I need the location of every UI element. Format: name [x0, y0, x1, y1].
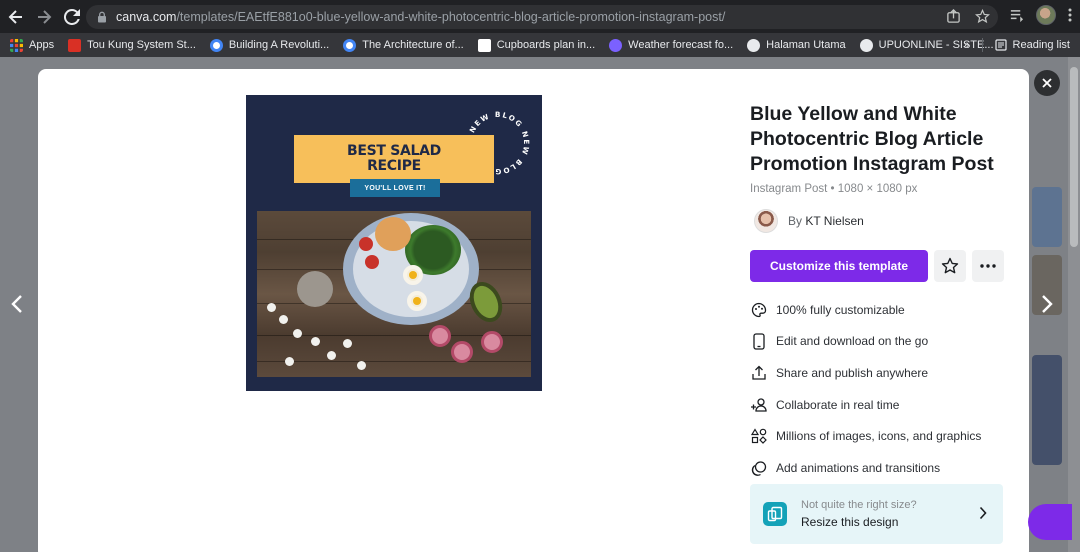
tomato: [359, 237, 373, 251]
more-options-button[interactable]: [972, 250, 1004, 282]
author-avatar[interactable]: [754, 209, 778, 233]
weather-icon: [609, 38, 623, 52]
star-icon: [941, 257, 959, 274]
bookmark-favicon: [477, 38, 491, 52]
egg: [403, 265, 423, 285]
salt-bowl: [297, 271, 333, 307]
bookmark-building[interactable]: Building A Revoluti...: [209, 38, 329, 52]
headline-banner: BEST SALAD RECIPE: [294, 135, 494, 183]
divider: [981, 38, 983, 52]
resize-question: Not quite the right size?: [801, 499, 917, 511]
flower: [357, 361, 366, 370]
author-name[interactable]: KT Nielsen: [805, 214, 863, 228]
share-page-icon[interactable]: [946, 9, 961, 24]
feature-item: Share and publish anywhere: [750, 357, 981, 389]
background-thumbnail: [1032, 355, 1062, 465]
radish: [481, 331, 503, 353]
template-title: Blue Yellow and White Photocentric Blog …: [750, 103, 994, 175]
globe-icon: [859, 38, 873, 52]
more-horizontal-icon: [980, 264, 996, 268]
feature-item: Millions of images, icons, and graphics: [750, 420, 981, 452]
flower: [311, 337, 320, 346]
feature-list: 100% fully customizable Edit and downloa…: [750, 294, 981, 484]
feature-item: Collaborate in real time: [750, 389, 981, 421]
favorite-button[interactable]: [934, 250, 966, 282]
chevron-right-icon: [979, 506, 987, 520]
action-row: Customize this template: [750, 250, 1004, 282]
scrollbar-thumb[interactable]: [1070, 67, 1078, 247]
more-menu-icon[interactable]: [1068, 8, 1072, 22]
palette-icon: [750, 301, 768, 319]
back-icon[interactable]: [4, 5, 28, 29]
page-scrollbar[interactable]: [1068, 57, 1080, 552]
bookmark-favicon: [68, 38, 82, 52]
resize-design-card[interactable]: Not quite the right size? Resize this de…: [750, 484, 1003, 544]
chevron-right-icon: [1042, 295, 1053, 313]
grains: [375, 217, 411, 251]
feature-item: 100% fully customizable: [750, 294, 981, 326]
share-icon: [750, 364, 768, 382]
bookmarks-overflow-button[interactable]: »: [963, 39, 969, 51]
subtag-label: YOU'LL LOVE IT!: [350, 179, 440, 197]
collaborate-icon: [750, 396, 768, 414]
next-template-button[interactable]: [1040, 294, 1054, 319]
headline-line: BEST SALAD: [346, 143, 442, 159]
template-author[interactable]: By KT Nielsen: [754, 209, 864, 233]
flower: [279, 315, 288, 324]
profile-avatar[interactable]: [1036, 5, 1056, 25]
bookmark-weather[interactable]: Weather forecast fo...: [609, 38, 733, 52]
reading-mode-icon[interactable]: [1009, 8, 1024, 23]
flower: [327, 351, 336, 360]
apps-grid-icon: [10, 38, 23, 52]
feature-item: Edit and download on the go: [750, 326, 981, 358]
globe-icon: [747, 38, 761, 52]
reload-icon[interactable]: [60, 5, 84, 29]
bookmark-halaman[interactable]: Halaman Utama: [747, 38, 846, 52]
resize-icon: [763, 502, 787, 526]
background-thumbnail: [1032, 187, 1062, 247]
forward-icon[interactable]: [32, 5, 56, 29]
resize-action[interactable]: Resize this design: [801, 515, 917, 529]
flower: [285, 357, 294, 366]
template-meta: Instagram Post • 1080 × 1080 px: [750, 183, 918, 195]
close-icon: [1042, 78, 1052, 88]
wood-plank-line: [257, 361, 531, 362]
bookmark-star-icon[interactable]: [975, 9, 990, 24]
flower: [343, 339, 352, 348]
close-modal-button[interactable]: [1034, 70, 1060, 96]
radish: [451, 341, 473, 363]
template-preview[interactable]: NEW BLOG NEW BLOG BEST SALAD RECIPE YOU'…: [246, 95, 542, 391]
help-chat-button[interactable]: [1028, 504, 1072, 540]
bookmark-tou-kung[interactable]: Tou Kung System St...: [68, 38, 196, 52]
lock-icon: [98, 11, 106, 23]
flower: [293, 329, 302, 338]
bookmark-cupboards[interactable]: Cupboards plan in...: [477, 38, 595, 52]
previous-template-button[interactable]: [10, 294, 24, 319]
reading-list-icon: [994, 39, 1007, 51]
elements-icon: [750, 427, 768, 445]
chevron-left-icon: [11, 295, 22, 313]
url-text: canva.com/templates/EAEtfE881o0-blue-yel…: [116, 10, 726, 24]
bookmark-apps[interactable]: Apps: [10, 38, 54, 52]
google-icon: [343, 38, 357, 52]
flower: [267, 303, 276, 312]
salad-photo: [257, 211, 531, 377]
tomato: [365, 255, 379, 269]
resize-text: Not quite the right size? Resize this de…: [801, 499, 917, 529]
reading-list-button[interactable]: Reading list: [994, 39, 1070, 51]
browser-toolbar: canva.com/templates/EAEtfE881o0-blue-yel…: [0, 0, 1080, 33]
background-thumbnails: [1032, 187, 1062, 473]
author-text: By KT Nielsen: [788, 214, 864, 228]
egg: [407, 291, 427, 311]
address-bar[interactable]: canva.com/templates/EAEtfE881o0-blue-yel…: [86, 5, 998, 29]
bookmarks-bar: Apps Tou Kung System St... Building A Re…: [0, 33, 1080, 57]
feature-item: Add animations and transitions: [750, 452, 981, 484]
google-icon: [209, 38, 223, 52]
customize-template-button[interactable]: Customize this template: [750, 250, 928, 282]
bookmark-architecture[interactable]: The Architecture of...: [343, 38, 464, 52]
headline-line: RECIPE: [367, 158, 421, 174]
radish: [429, 325, 451, 347]
phone-icon: [750, 332, 768, 350]
animation-icon: [750, 459, 768, 477]
